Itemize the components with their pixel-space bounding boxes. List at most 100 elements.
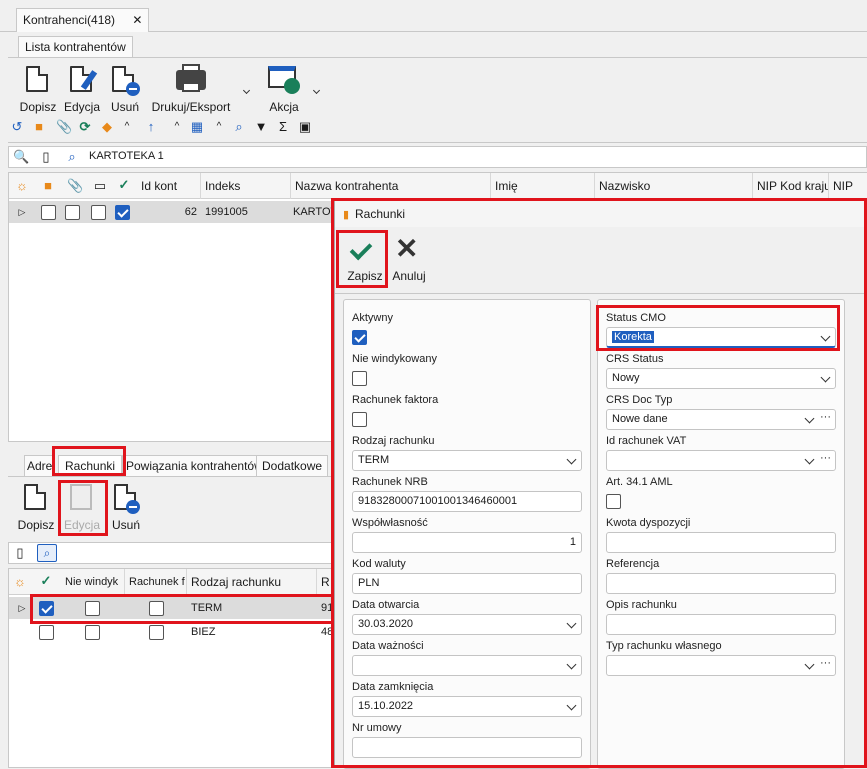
search-input[interactable]: KARTOTEKA 1 xyxy=(89,150,164,162)
edycja-button[interactable]: Edycja xyxy=(62,64,102,114)
crs-doc-label: CRS Doc Typ xyxy=(606,394,673,406)
ellipsis-icon[interactable]: ··· xyxy=(820,408,831,427)
page-icon[interactable]: ▯ xyxy=(39,150,53,164)
col-id-kont[interactable]: Id kont xyxy=(137,173,201,199)
opis-input[interactable] xyxy=(606,614,836,635)
preview-icon[interactable]: 🔍 xyxy=(13,150,29,164)
row-checkbox[interactable] xyxy=(41,205,56,220)
id-vat-select[interactable]: ··· xyxy=(606,450,836,471)
search-icon[interactable]: ⌕ xyxy=(37,544,57,562)
tab-rachunki[interactable]: Rachunki xyxy=(58,455,123,476)
history-icon[interactable]: ↺ xyxy=(10,120,24,134)
view-icon[interactable]: ▣ xyxy=(298,120,312,134)
col-nazwisko[interactable]: Nazwisko xyxy=(595,173,753,199)
art-checkbox[interactable] xyxy=(606,494,621,509)
bottom-dopisz-button[interactable]: Dopisz xyxy=(16,482,56,532)
row-arrow-icon: ▷ xyxy=(18,603,26,613)
dopisz-button[interactable]: Dopisz xyxy=(18,64,58,114)
col-indeks[interactable]: Indeks xyxy=(201,173,291,199)
cell-nazwa: KARTOT xyxy=(293,206,333,218)
refresh-icon[interactable]: ⟳ xyxy=(78,120,92,134)
col-nie-windyk[interactable]: Nie windyk xyxy=(61,569,125,595)
col-nazwa[interactable]: Nazwa kontrahenta xyxy=(291,173,491,199)
chevron-down-icon xyxy=(804,659,815,670)
nie-windykowany-checkbox[interactable] xyxy=(352,371,367,386)
nrb-value: 91832800071001001346460001 xyxy=(358,495,518,507)
referencja-input[interactable] xyxy=(606,573,836,594)
new-document-icon xyxy=(26,66,48,92)
row-checkbox[interactable] xyxy=(85,625,100,640)
page-icon[interactable]: ▯ xyxy=(13,546,27,560)
rodzaj-select[interactable]: TERM xyxy=(352,450,582,471)
chevron-down-icon[interactable] xyxy=(242,82,251,96)
row-checkbox[interactable] xyxy=(65,205,80,220)
typ-select[interactable]: ··· xyxy=(606,655,836,676)
chevron-down-icon xyxy=(566,659,577,670)
tab-dodatkowe-label: Dodatkowe xyxy=(262,459,323,473)
akcja-label: Akcja xyxy=(269,100,299,114)
chevron-down-icon xyxy=(566,618,577,629)
tab-powiazania[interactable]: Powiązania kontrahentów xyxy=(122,455,267,476)
zapisz-button[interactable]: Zapisz xyxy=(341,233,389,287)
attachment-icon[interactable]: 📎 xyxy=(56,120,72,134)
chevron-down-icon[interactable] xyxy=(312,82,321,96)
data-zamkniecia-select[interactable]: 15.10.2022 xyxy=(352,696,582,717)
crs-status-select[interactable]: Nowy xyxy=(606,368,836,389)
row-checkbox[interactable] xyxy=(39,625,54,640)
rachunek-faktora-checkbox[interactable] xyxy=(352,412,367,427)
anuluj-button[interactable]: ✕ Anuluj xyxy=(389,233,429,287)
col-imie[interactable]: Imię xyxy=(491,173,595,199)
row-checkbox[interactable] xyxy=(85,601,100,616)
wspolwlasnosc-input[interactable]: 1 xyxy=(352,532,582,553)
row-checkbox[interactable] xyxy=(115,205,130,220)
aktywny-checkbox[interactable] xyxy=(352,330,367,345)
usun-button[interactable]: Usuń xyxy=(106,64,144,114)
comment-icon[interactable]: ■ xyxy=(32,120,46,134)
sort-icon[interactable]: ↑ xyxy=(144,120,158,134)
akcja-button[interactable]: Akcja xyxy=(264,64,304,114)
bottom-edycja-button[interactable]: Edycja xyxy=(60,482,104,532)
row-checkbox[interactable] xyxy=(39,601,54,616)
col-nip[interactable]: NIP xyxy=(829,173,867,199)
rachunki-dialog: ▮ Rachunki Zapisz ✕ Anuluj Aktywny Nie w… xyxy=(334,200,867,769)
row-checkbox[interactable] xyxy=(149,601,164,616)
row-checkbox[interactable] xyxy=(149,625,164,640)
table-row[interactable]: ▷ TERM 91 xyxy=(9,597,341,619)
col-rachunek-f[interactable]: Rachunek f xyxy=(125,569,187,595)
table-row[interactable]: BIEZ 48 xyxy=(9,621,341,643)
crs-doc-select[interactable]: Nowe dane ··· xyxy=(606,409,836,430)
ellipsis-icon[interactable]: ··· xyxy=(820,449,831,468)
nrb-input[interactable]: 91832800071001001346460001 xyxy=(352,491,582,512)
close-icon[interactable]: ✕ xyxy=(132,13,142,27)
bottom-usun-button[interactable]: Usuń xyxy=(108,482,144,532)
col-nip-kod[interactable]: NIP Kod kraju xyxy=(753,173,829,199)
tab-adresy[interactable]: Adre xyxy=(24,455,56,476)
nr-umowy-input[interactable] xyxy=(352,737,582,758)
data-otwarcia-select[interactable]: 30.03.2020 xyxy=(352,614,582,635)
cell-rodzaj: TERM xyxy=(191,602,223,614)
tag-icon[interactable]: ◆ xyxy=(100,120,114,134)
data-waznosci-select[interactable] xyxy=(352,655,582,676)
search-icon[interactable]: ⌕ xyxy=(65,150,79,164)
sum-icon[interactable]: Σ xyxy=(276,120,290,134)
chevron-up-icon[interactable]: ^ xyxy=(120,120,134,134)
tab-kontrahenci[interactable]: Kontrahenci(418) ✕ xyxy=(16,8,150,32)
bottom-dopisz-label: Dopisz xyxy=(17,518,55,532)
chevron-up-icon[interactable]: ^ xyxy=(170,120,184,134)
kod-waluty-input[interactable]: PLN xyxy=(352,573,582,594)
chevron-up-icon[interactable]: ^ xyxy=(212,120,226,134)
drukuj-eksport-button[interactable]: Drukuj/Eksport xyxy=(150,64,232,114)
ellipsis-icon[interactable]: ··· xyxy=(820,654,831,673)
tab-lista-kontrahentow[interactable]: Lista kontrahentów xyxy=(18,36,133,58)
data-zamkniecia-value: 15.10.2022 xyxy=(358,700,414,712)
filter-icon[interactable]: ▼ xyxy=(254,120,268,134)
row-checkbox[interactable] xyxy=(91,205,106,220)
find-icon[interactable]: ⌕ xyxy=(232,120,246,134)
status-cmo-select[interactable]: Korekta xyxy=(606,327,836,348)
tab-dodatkowe[interactable]: Dodatkowe xyxy=(256,455,329,476)
aktywny-label: Aktywny xyxy=(352,312,393,324)
kwota-input[interactable] xyxy=(606,532,836,553)
grid-icon[interactable]: ▦ xyxy=(190,120,204,134)
col-rodzaj[interactable]: Rodzaj rachunku xyxy=(187,569,317,595)
comment-icon: ■ xyxy=(44,178,52,193)
